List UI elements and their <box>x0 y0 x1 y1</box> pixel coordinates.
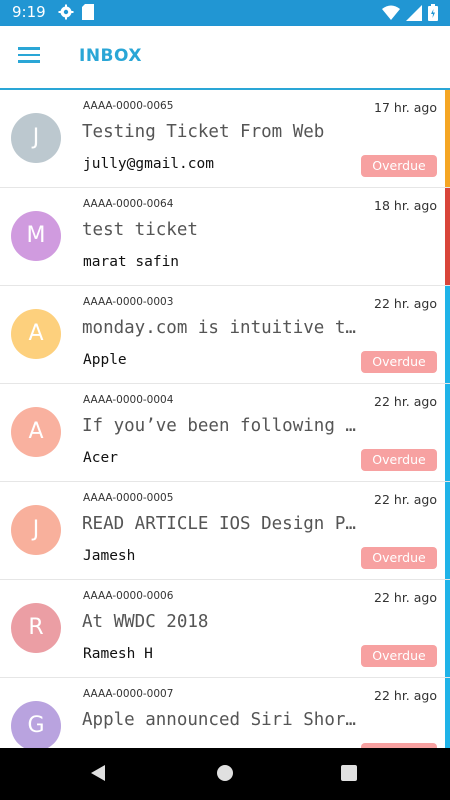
status-time: 9:19 <box>12 3 46 21</box>
overdue-badge: Overdue <box>361 155 437 177</box>
status-bar: 9:19 <box>0 0 450 26</box>
priority-bar <box>445 678 450 748</box>
avatar: J <box>11 113 61 163</box>
overdue-badge: Overdue <box>361 351 437 373</box>
ticket-time: 22 hr. ago <box>374 492 437 507</box>
avatar: M <box>11 211 61 261</box>
navigation-bar <box>0 748 450 800</box>
ticket-row[interactable]: R AAAA-0000-0006 22 hr. ago At WWDC 2018 Ram… <box>0 580 450 678</box>
ticket-requester: Acer <box>83 450 118 466</box>
avatar: A <box>11 407 61 457</box>
ticket-id: AAAA-0000-0065 <box>83 100 174 112</box>
ticket-time: 22 hr. ago <box>374 296 437 311</box>
ticket-time: 22 hr. ago <box>374 590 437 605</box>
ticket-id: AAAA-0000-0003 <box>83 296 174 308</box>
ticket-subject: If you’ve been following along <box>82 416 357 436</box>
ticket-requester: jully@gmail.com <box>83 156 214 172</box>
avatar: J <box>11 505 61 555</box>
ticket-subject: monday.com is intuitive to use <box>82 318 357 338</box>
avatar: R <box>11 603 61 653</box>
page-title: INBOX <box>79 46 142 66</box>
priority-bar <box>445 482 450 579</box>
home-circle-icon[interactable] <box>217 765 233 781</box>
ticket-subject: Apple announced Siri Shortcuts <box>82 710 357 730</box>
ticket-time: 18 hr. ago <box>374 198 437 213</box>
ticket-requester: Jamesh <box>83 548 136 564</box>
recent-apps-square-icon[interactable] <box>341 765 357 781</box>
app-bar: INBOX <box>0 26 450 90</box>
avatar: G <box>11 701 61 748</box>
priority-bar <box>445 188 450 285</box>
wifi-icon <box>382 5 400 25</box>
priority-bar <box>445 286 450 383</box>
sd-card-icon <box>82 4 94 24</box>
priority-bar <box>445 90 450 187</box>
ticket-row[interactable]: A AAAA-0000-0004 22 hr. ago If you’ve been … <box>0 384 450 482</box>
gear-icon <box>58 4 74 24</box>
ticket-id: AAAA-0000-0007 <box>83 688 174 700</box>
hamburger-icon[interactable] <box>14 43 46 71</box>
ticket-subject: Testing Ticket From Web <box>82 122 325 142</box>
ticket-time: 22 hr. ago <box>374 394 437 409</box>
priority-bar <box>445 384 450 481</box>
ticket-row[interactable]: J AAAA-0000-0005 22 hr. ago READ ARTICLE IO… <box>0 482 450 580</box>
ticket-row[interactable]: J AAAA-0000-0065 17 hr. ago Testing Ticket … <box>0 90 450 188</box>
ticket-id: AAAA-0000-0006 <box>83 590 174 602</box>
ticket-row[interactable]: A AAAA-0000-0003 22 hr. ago monday.com is i… <box>0 286 450 384</box>
ticket-subject: At WWDC 2018 <box>82 612 209 632</box>
ticket-requester: Ramesh H <box>83 646 153 662</box>
ticket-requester: marat safin <box>83 254 180 270</box>
overdue-badge: Overdue <box>361 547 437 569</box>
signal-icon <box>406 4 422 25</box>
ticket-row[interactable]: G AAAA-0000-0007 22 hr. ago Apple announce… <box>0 678 450 748</box>
ticket-id: AAAA-0000-0005 <box>83 492 174 504</box>
ticket-subject: test ticket <box>82 220 198 240</box>
ticket-id: AAAA-0000-0064 <box>83 198 174 210</box>
ticket-id: AAAA-0000-0004 <box>83 394 174 406</box>
ticket-subject: READ ARTICLE IOS Design Patterns <box>82 514 357 534</box>
ticket-requester: Apple <box>83 352 127 368</box>
back-triangle-icon[interactable] <box>91 765 105 781</box>
avatar: A <box>11 309 61 359</box>
status-right-icons <box>382 4 438 25</box>
battery-icon <box>428 4 438 25</box>
priority-bar <box>445 580 450 677</box>
ticket-time: 17 hr. ago <box>374 100 437 115</box>
overdue-badge: Overdue <box>361 645 437 667</box>
overdue-badge: Overdue <box>361 449 437 471</box>
ticket-row[interactable]: M AAAA-0000-0064 18 hr. ago test ticket mara… <box>0 188 450 286</box>
ticket-list[interactable]: J AAAA-0000-0065 17 hr. ago Testing Ticket … <box>0 90 450 748</box>
ticket-time: 22 hr. ago <box>374 688 437 703</box>
